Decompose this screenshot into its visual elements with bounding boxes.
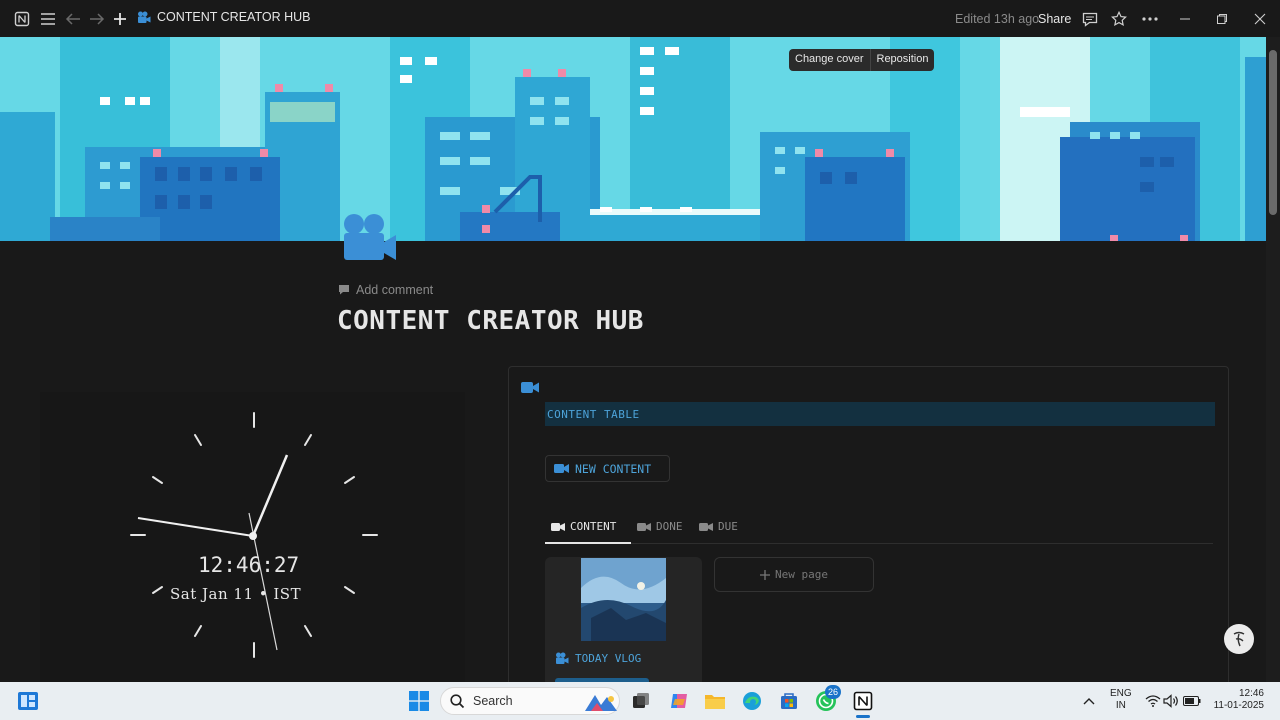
reposition-button[interactable]: Reposition — [869, 49, 935, 71]
restore-window-icon[interactable] — [1212, 9, 1232, 29]
comment-icon — [339, 285, 349, 295]
breadcrumb[interactable]: CONTENT CREATOR HUB — [137, 10, 311, 24]
search-highlight-icon — [585, 695, 617, 711]
close-window-icon[interactable] — [1250, 9, 1270, 29]
favorite-star-icon[interactable] — [1109, 9, 1129, 29]
active-app-indicator — [856, 715, 870, 718]
copilot-icon[interactable] — [666, 688, 692, 714]
video-camera-icon — [699, 522, 713, 531]
forward-arrow-icon[interactable] — [87, 9, 107, 29]
share-button[interactable]: Share — [1038, 12, 1071, 26]
tab-due-label: DUE — [718, 520, 738, 533]
breadcrumb-page-title: CONTENT CREATOR HUB — [157, 10, 311, 24]
clock-minute-hand — [137, 517, 254, 537]
tab-done[interactable]: DONE — [637, 520, 683, 533]
video-camera-icon — [637, 522, 651, 531]
more-options-icon[interactable] — [1140, 9, 1160, 29]
page-title[interactable]: CONTENT CREATOR HUB — [337, 306, 644, 336]
video-camera-icon — [138, 11, 151, 23]
digital-clock-time: 12:46:27 — [198, 553, 300, 577]
digital-clock-date: Sat Jan 11 • IST — [170, 585, 302, 603]
tab-due[interactable]: DUE — [699, 520, 738, 533]
back-arrow-icon[interactable] — [63, 9, 83, 29]
new-page-label: New page — [775, 568, 828, 581]
taskbar-search[interactable]: Search — [440, 687, 620, 715]
region-code: IN — [1115, 700, 1126, 711]
tab-done-label: DONE — [656, 520, 683, 533]
task-view-icon[interactable] — [628, 688, 654, 714]
notion-logo-icon[interactable] — [12, 9, 32, 29]
input-language-indicator[interactable]: ENG IN — [1110, 688, 1132, 712]
new-content-button[interactable]: NEW CONTENT — [545, 455, 670, 482]
show-hidden-icons-chevron-icon[interactable] — [1076, 688, 1102, 714]
clock-hour-hand — [251, 454, 289, 537]
cover-controls: Change cover Reposition — [789, 49, 935, 71]
edited-status: Edited 13h ago — [955, 12, 1040, 26]
help-glyph-icon — [1233, 631, 1245, 647]
page-cover-image[interactable] — [0, 37, 1266, 241]
database-view-tabs: CONTENT DONE DUE — [545, 515, 1213, 544]
video-camera-icon — [554, 464, 569, 473]
card-cover-image — [581, 558, 666, 641]
help-button[interactable] — [1224, 624, 1254, 654]
analog-clock-face — [130, 412, 378, 658]
file-explorer-icon[interactable] — [702, 688, 728, 714]
new-content-label: NEW CONTENT — [575, 461, 652, 476]
video-camera-icon — [551, 522, 565, 531]
add-comment-label: Add comment — [356, 283, 434, 297]
start-windows-icon[interactable] — [406, 688, 432, 714]
edge-browser-icon[interactable] — [739, 688, 765, 714]
microsoft-store-icon[interactable] — [776, 688, 802, 714]
video-camera-icon — [556, 652, 569, 664]
language-code: ENG — [1110, 688, 1132, 699]
menu-icon[interactable] — [38, 9, 58, 29]
system-time: 12:46 — [1238, 688, 1264, 699]
active-tab-indicator — [545, 542, 631, 544]
plus-icon — [760, 569, 770, 580]
database-title[interactable]: CONTENT TABLE — [545, 402, 1215, 426]
card-title: TODAY VLOG — [555, 652, 641, 665]
change-cover-button[interactable]: Change cover — [789, 49, 870, 71]
add-comment-button[interactable]: Add comment — [338, 283, 433, 297]
widgets-icon[interactable] — [15, 688, 41, 714]
search-placeholder: Search — [473, 694, 513, 708]
database-video-camera-icon — [521, 381, 539, 399]
page-video-camera-icon[interactable] — [340, 210, 400, 265]
battery-icon[interactable] — [1179, 688, 1205, 714]
tab-content[interactable]: CONTENT — [551, 520, 616, 533]
tab-content-label: CONTENT — [570, 520, 617, 533]
pixel-city-illustration — [0, 37, 1266, 241]
top-bar: CONTENT CREATOR HUB Edited 13h ago Share — [0, 0, 1280, 37]
card-title-label: TODAY VLOG — [575, 652, 642, 665]
search-icon — [450, 693, 465, 708]
comments-icon[interactable] — [1080, 9, 1100, 29]
whatsapp-notification-badge: 26 — [825, 685, 841, 699]
minimize-window-icon[interactable] — [1175, 9, 1195, 29]
system-date: 11-01-2025 — [1213, 700, 1264, 711]
system-clock[interactable]: 12:46 11-01-2025 — [1208, 688, 1264, 712]
notion-app-icon[interactable] — [850, 688, 876, 714]
gallery-card[interactable]: TODAY VLOG — [545, 557, 702, 687]
new-page-button[interactable]: New page — [714, 557, 874, 592]
new-tab-plus-icon[interactable] — [110, 9, 130, 29]
scrollbar-thumb[interactable] — [1269, 50, 1277, 215]
